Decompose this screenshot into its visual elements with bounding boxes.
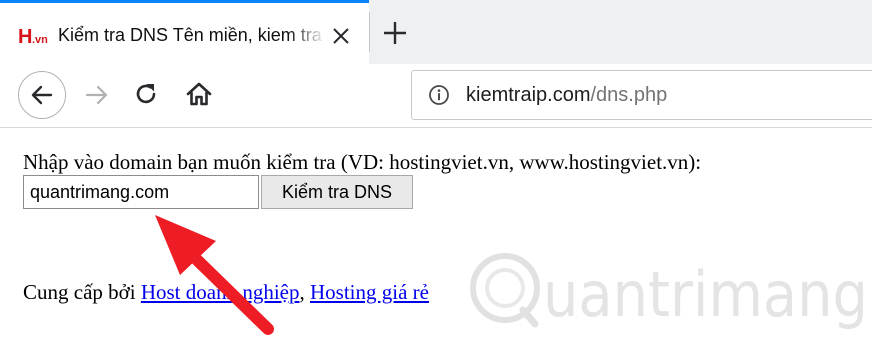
forward-arrow-icon[interactable] xyxy=(84,82,110,108)
link-hosting-gia-re[interactable]: Hosting giá rẻ xyxy=(310,280,429,304)
watermark-text: uantrimang xyxy=(543,258,868,331)
close-icon[interactable] xyxy=(330,25,352,47)
tab-favicon-icon: H .vn xyxy=(18,26,48,47)
info-icon[interactable] xyxy=(428,84,450,106)
red-arrow-annotation xyxy=(155,215,274,335)
domain-prompt-label: Nhập vào domain bạn muốn kiểm tra (VD: h… xyxy=(23,150,702,174)
address-bar[interactable]: kiemtraip.com/dns.php xyxy=(411,70,872,120)
back-arrow-icon xyxy=(31,85,53,105)
active-tab[interactable]: H .vn Kiểm tra DNS Tên miền, kiem tra dn… xyxy=(0,0,369,64)
watermark-logo: uantrimang xyxy=(470,253,868,331)
reload-icon[interactable] xyxy=(133,81,159,107)
provided-by-text: Cung cấp bởi xyxy=(23,280,136,304)
url-host: kiemtraip.com xyxy=(466,84,591,106)
domain-input[interactable]: quantrimang.com xyxy=(23,175,259,209)
url-path: /dns.php xyxy=(590,84,668,106)
link-separator: , xyxy=(299,280,305,304)
tab-title: Kiểm tra DNS Tên miền, kiem tra dns xyxy=(58,25,326,45)
check-dns-button[interactable]: Kiểm tra DNS xyxy=(261,175,413,209)
url-text[interactable]: kiemtraip.com/dns.php xyxy=(466,81,667,109)
plus-icon[interactable] xyxy=(380,18,410,48)
svg-text:H: H xyxy=(18,26,32,47)
tab-separator xyxy=(369,12,370,52)
tab-strip: H .vn Kiểm tra DNS Tên miền, kiem tra dn… xyxy=(0,0,872,64)
svg-text:.vn: .vn xyxy=(32,34,48,46)
back-button[interactable] xyxy=(18,71,66,119)
navigation-toolbar: kiemtraip.com/dns.php xyxy=(0,64,872,128)
home-icon[interactable] xyxy=(185,80,213,108)
